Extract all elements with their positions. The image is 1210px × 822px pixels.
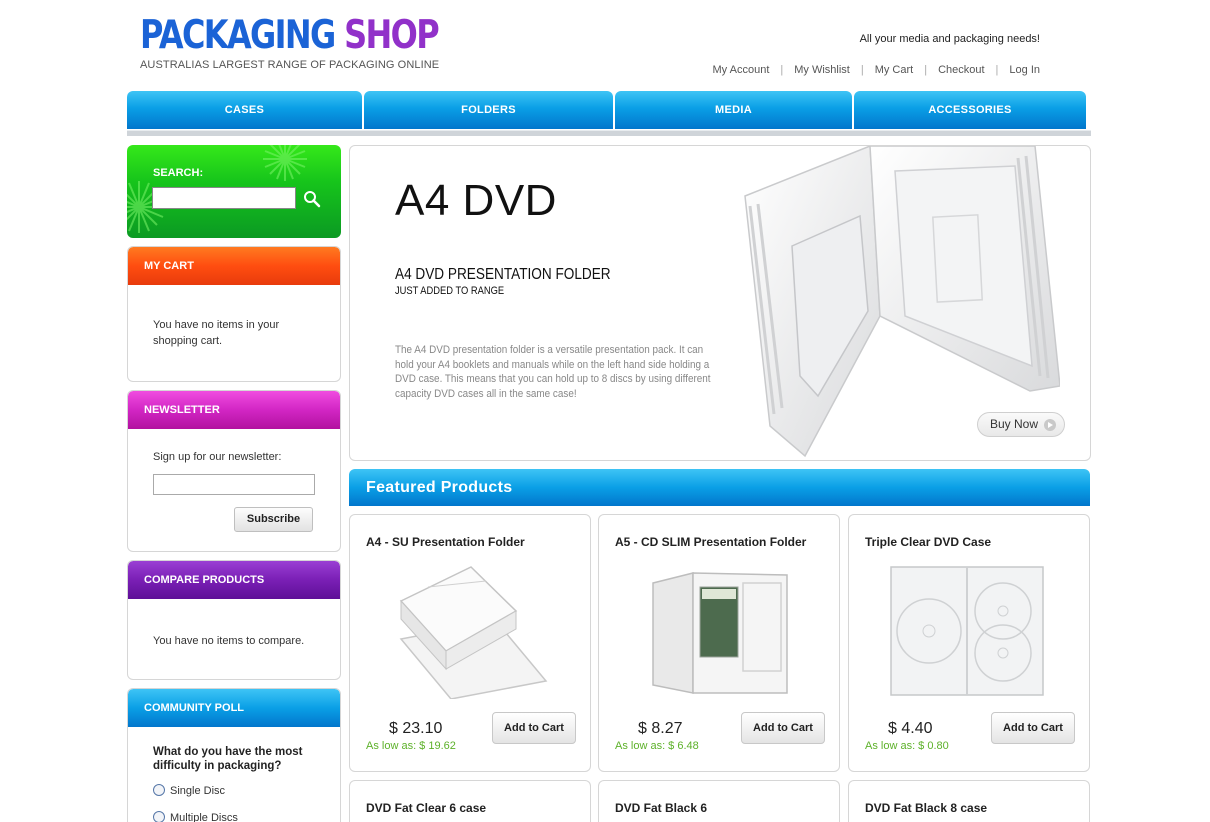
account-links: My Account | My Wishlist | My Cart | Che… [713,64,1040,76]
logo-word-shop: SHOP [344,13,440,58]
log-in-link[interactable]: Log In [1009,64,1040,76]
buy-now-button[interactable]: Buy Now [977,412,1065,437]
link-separator: | [924,64,928,76]
link-separator: | [860,64,864,76]
community-poll-box: COMMUNITY POLL What do you have the most… [127,688,341,822]
compare-products-heading: COMPARE PRODUCTS [128,561,340,599]
newsletter-box: NEWSLETTER Sign up for our newsletter: S… [127,390,341,552]
newsletter-heading: NEWSLETTER [128,391,340,429]
logo-subtitle: AUSTRALIAS LARGEST RANGE OF PACKAGING ON… [140,59,440,71]
product-card: DVD Fat Black 6 [598,780,840,822]
nav-tab-accessories[interactable]: ACCESSORIES [854,91,1086,129]
arrow-right-icon [1044,419,1056,431]
product-name[interactable]: A4 - SU Presentation Folder [366,535,525,549]
newsletter-email-input[interactable] [153,474,315,495]
product-price: $ 4.40 [888,720,933,737]
link-separator: | [780,64,784,76]
poll-option-single[interactable]: Single Disc [153,783,315,799]
add-to-cart-button[interactable]: Add to Cart [741,712,825,744]
presentation-folder-image[interactable] [376,561,566,699]
add-to-cart-button[interactable]: Add to Cart [492,712,576,744]
product-card: DVD Fat Black 8 case [848,780,1090,822]
nav-tab-cases[interactable]: CASES [127,91,362,129]
nav-tab-media[interactable]: MEDIA [615,91,852,129]
my-cart-link[interactable]: My Cart [875,64,914,76]
site-logo[interactable]: PACKAGING SHOP AUSTRALIAS LARGEST RANGE … [140,13,503,72]
triple-dvd-case-image[interactable] [875,561,1065,699]
hero-subtitle: A4 DVD PRESENTATION FOLDER [395,266,611,283]
hero-banner: A4 DVD A4 DVD PRESENTATION FOLDER JUST A… [349,145,1091,461]
product-card: A4 - SU Presentation Folder $ 23.10 As l… [349,514,591,772]
product-price: $ 8.27 [638,720,683,737]
poll-option-label: Single Disc [170,785,226,797]
search-label: SEARCH: [153,167,204,179]
logo-word-packaging: PACKAGING [140,13,336,58]
product-name[interactable]: Triple Clear DVD Case [865,535,991,549]
my-wishlist-link[interactable]: My Wishlist [794,64,850,76]
nav-tab-folders[interactable]: FOLDERS [364,91,613,129]
newsletter-label: Sign up for our newsletter: [153,451,282,463]
tagline: All your media and packaging needs! [859,33,1040,45]
product-card: DVD Fat Clear 6 case [349,780,591,822]
checkout-link[interactable]: Checkout [938,64,984,76]
add-to-cart-button[interactable]: Add to Cart [991,712,1075,744]
search-icon[interactable] [301,188,323,210]
product-card: Triple Clear DVD Case $ 4.40 As low as: … [848,514,1090,772]
product-name[interactable]: DVD Fat Black 8 case [865,801,987,815]
poll-question: What do you have the most difficulty in … [153,746,303,772]
product-as-low-as: As low as: $ 19.62 [366,740,456,752]
buy-now-label: Buy Now [990,417,1039,431]
product-name[interactable]: A5 - CD SLIM Presentation Folder [615,535,806,549]
product-as-low-as: As low as: $ 0.80 [865,740,949,752]
product-name[interactable]: DVD Fat Black 6 [615,801,707,815]
link-separator: | [995,64,999,76]
hero-title: A4 DVD [395,176,557,225]
poll-option-label: Multiple Discs [170,812,238,822]
radio-button[interactable] [153,784,165,796]
product-as-low-as: As low as: $ 6.48 [615,740,699,752]
main-nav: CASES FOLDERS MEDIA ACCESSORIES [127,91,1091,129]
my-cart-box: MY CART You have no items in your shoppi… [127,246,341,382]
featured-products-heading: Featured Products [349,469,1090,506]
hero-subtitle-small: JUST ADDED TO RANGE [395,285,505,297]
my-account-link[interactable]: My Account [713,64,770,76]
compare-products-box: COMPARE PRODUCTS You have no items to co… [127,560,341,680]
product-price: $ 23.10 [389,720,443,737]
my-cart-heading: MY CART [128,247,340,285]
poll-option-multiple[interactable]: Multiple Discs [153,810,315,822]
community-poll-heading: COMMUNITY POLL [128,689,340,727]
search-input[interactable] [152,187,296,209]
subscribe-button[interactable]: Subscribe [234,507,313,532]
compare-products-text: You have no items to compare. [153,635,305,647]
search-box: SEARCH: [127,145,341,238]
logo-wordmark: PACKAGING SHOP [140,13,440,58]
cd-slim-folder-image[interactable] [625,561,815,699]
nav-underline [127,130,1091,136]
product-card: A5 - CD SLIM Presentation Folder $ 8.27 … [598,514,840,772]
hero-description: The A4 DVD presentation folder is a vers… [395,344,711,400]
product-name[interactable]: DVD Fat Clear 6 case [366,801,486,815]
radio-button[interactable] [153,811,165,822]
my-cart-text: You have no items in your shopping cart. [153,319,280,347]
